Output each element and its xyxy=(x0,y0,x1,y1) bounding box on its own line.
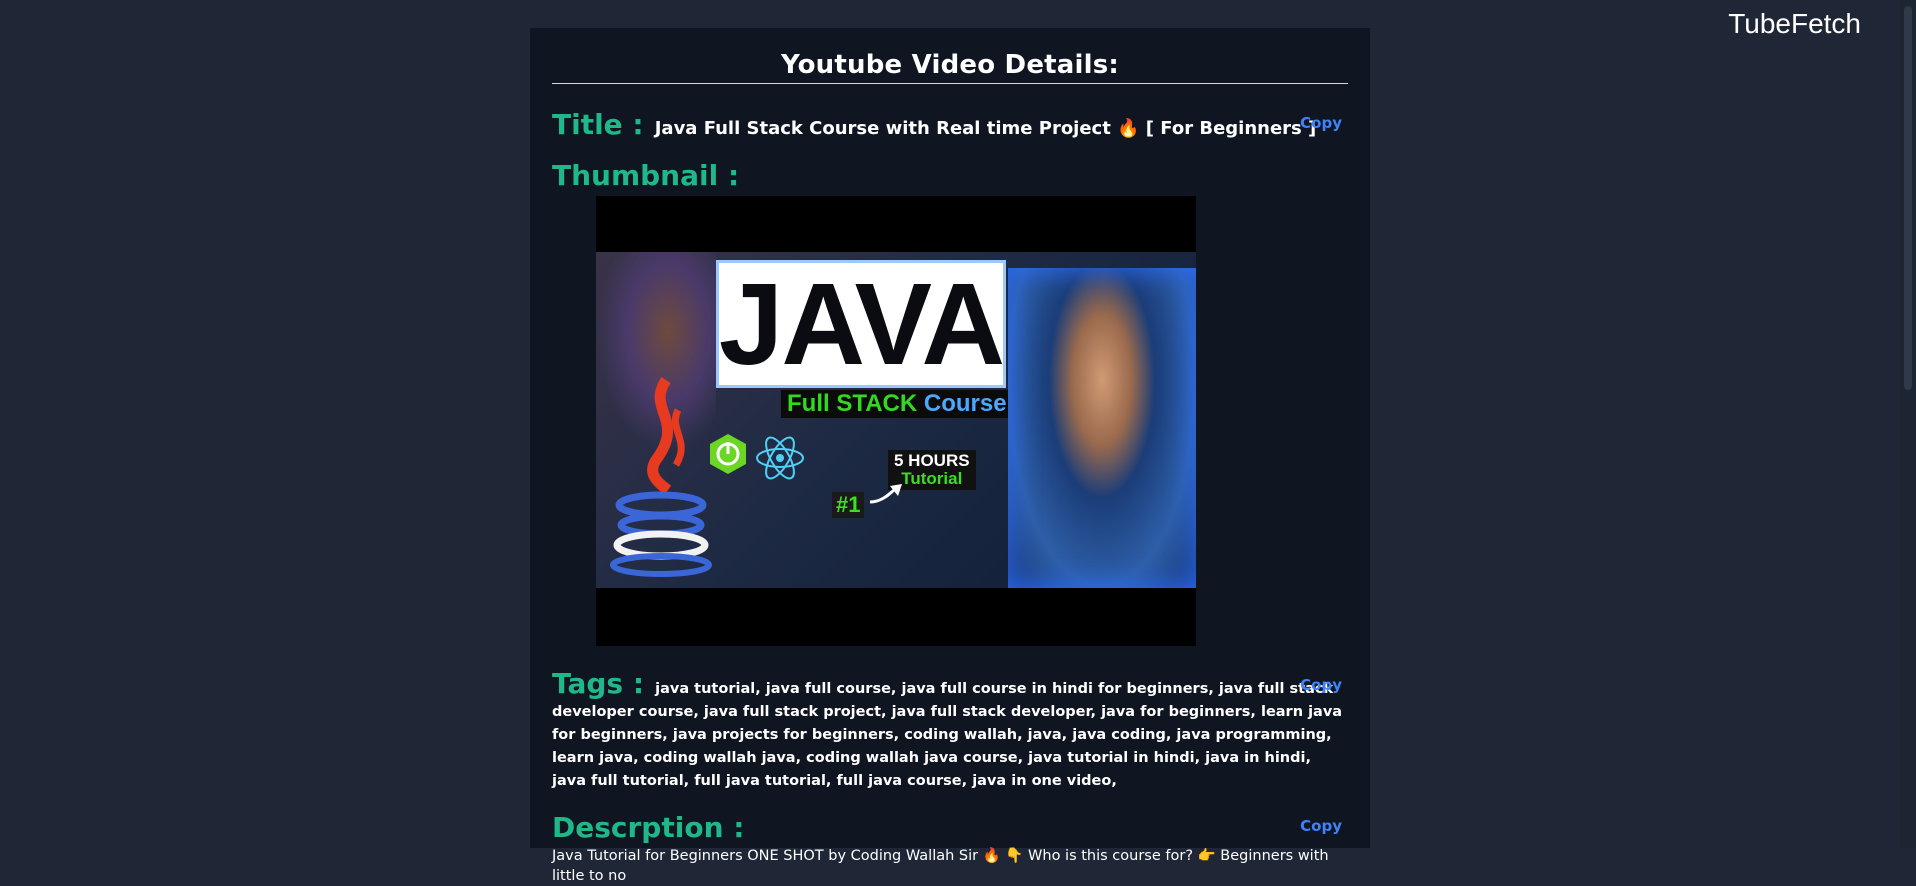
thumbnail-label: Thumbnail : xyxy=(552,159,740,192)
thumbnail-image: JAVA Full STACK Course 5 HOURS Tutorial … xyxy=(596,252,1196,588)
title-label: Title : xyxy=(552,108,644,141)
copy-title-button[interactable]: Copy xyxy=(1300,114,1342,132)
page-title: Youtube Video Details: xyxy=(552,50,1348,84)
thumbnail-fullstack-text: Full STACK xyxy=(787,390,918,417)
video-details-panel: Youtube Video Details: Title : Java Full… xyxy=(530,28,1370,884)
scrollbar-thumb[interactable] xyxy=(1904,6,1912,390)
copy-description-button[interactable]: Copy xyxy=(1300,817,1342,835)
java-logo-icon xyxy=(610,376,712,577)
tags-section: Tags : java tutorial, java full course, … xyxy=(552,670,1348,793)
arrow-icon xyxy=(869,484,902,504)
video-description: Java Tutorial for Beginners ONE SHOT by … xyxy=(552,848,1329,884)
page-scrollbar[interactable] xyxy=(1900,0,1916,848)
thumbnail-java-text: JAVA xyxy=(716,259,1006,389)
thumbnail-course-text: Full STACK Course xyxy=(781,390,1013,418)
description-label: Descrption : xyxy=(552,811,745,844)
react-logo-icon xyxy=(756,436,804,480)
thumbnail-rank-badge: #1 xyxy=(832,492,865,518)
video-tags: java tutorial, java full course, java fu… xyxy=(552,681,1343,789)
video-thumbnail: JAVA Full STACK Course 5 HOURS Tutorial … xyxy=(596,196,1196,646)
thumbnail-course-word: Course xyxy=(923,390,1007,417)
title-section: Title : Java Full Stack Course with Real… xyxy=(552,108,1348,141)
copy-tags-button[interactable]: Copy xyxy=(1300,676,1342,694)
thumbnail-presenter xyxy=(1008,268,1196,588)
description-section: Descrption : Copy Java Tutorial for Begi… xyxy=(552,811,1348,886)
video-title: Java Full Stack Course with Real time Pr… xyxy=(654,118,1317,139)
spring-logo-icon xyxy=(710,434,746,474)
thumbnail-section: Thumbnail : xyxy=(552,159,1348,192)
tags-label: Tags : xyxy=(552,667,645,700)
brand-logo[interactable]: TubeFetch xyxy=(1728,8,1861,40)
